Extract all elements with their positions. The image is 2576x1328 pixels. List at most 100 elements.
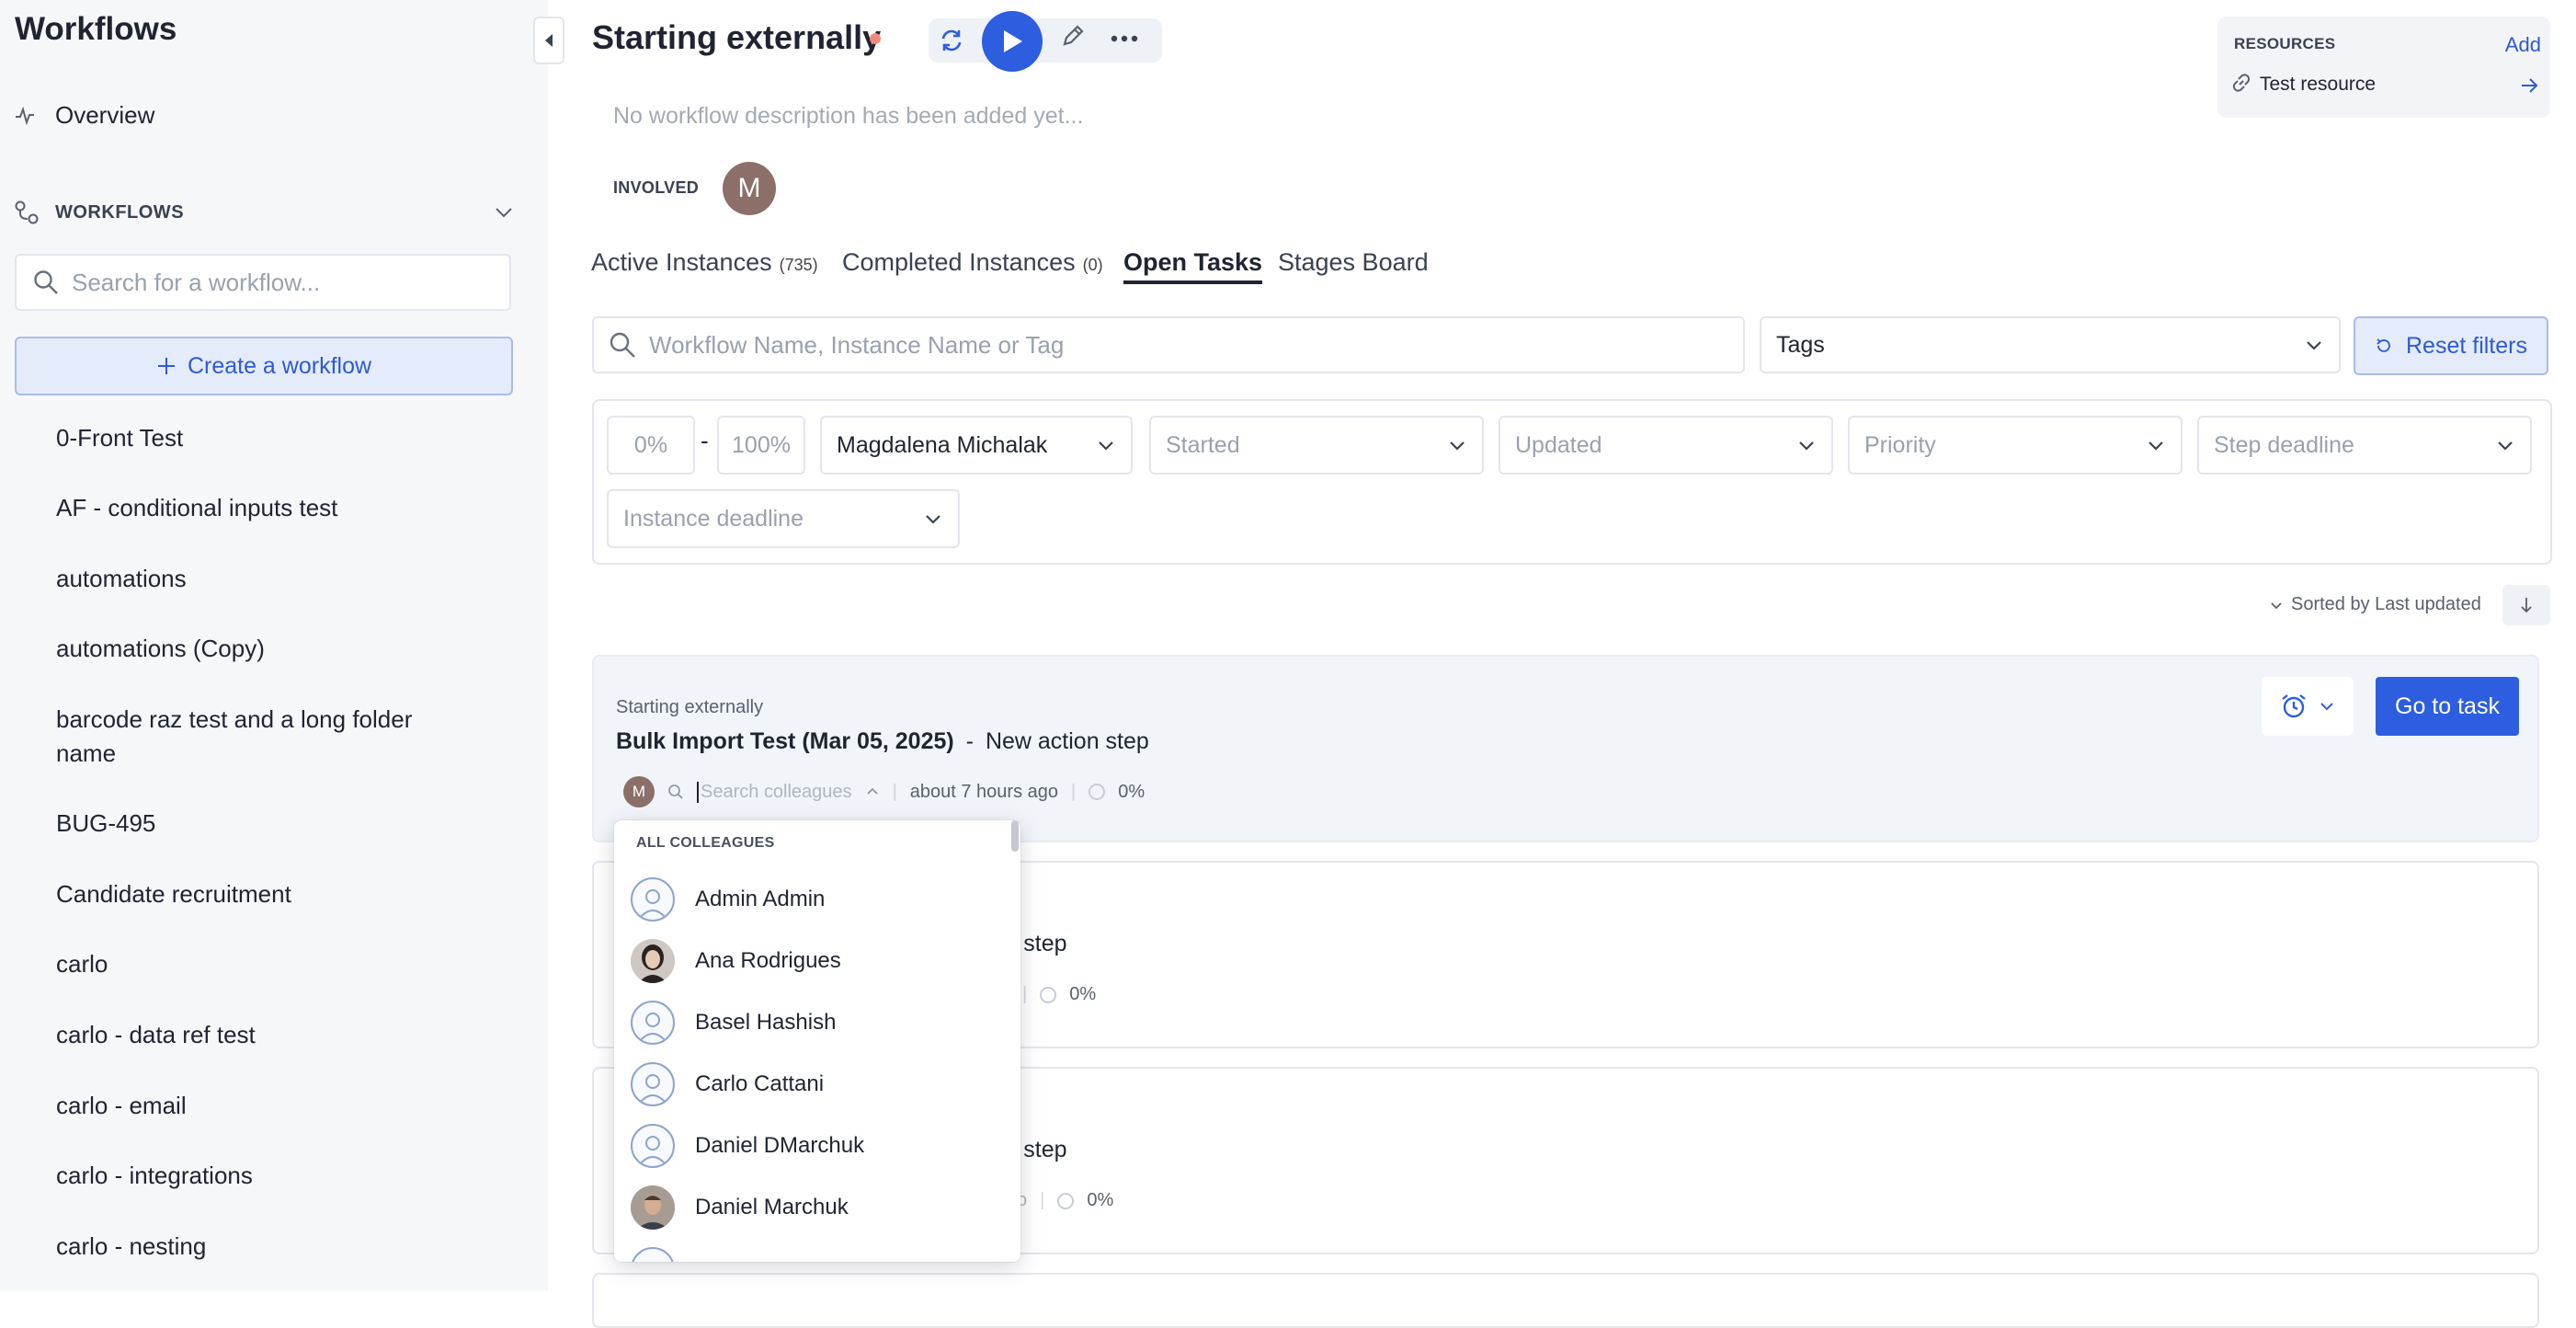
search-colleagues-input[interactable]: Search colleagues	[697, 781, 852, 803]
colleague-option[interactable]: Daniel DMarchuk	[631, 1118, 864, 1173]
workflow-list-item[interactable]: carlo - email	[56, 1089, 442, 1123]
user-placeholder-icon	[631, 1124, 675, 1168]
reminder-button[interactable]	[2262, 677, 2354, 736]
tab-label: Completed Instances	[842, 248, 1076, 276]
user-photo-icon	[631, 939, 675, 983]
chevron-down-icon	[2320, 703, 2333, 711]
tab-active-instances[interactable]: Active Instances (735)	[591, 248, 818, 277]
chevron-down-icon	[2149, 441, 2163, 451]
chevron-down-icon	[2307, 341, 2321, 350]
progress-max-input[interactable]: 100%	[717, 416, 805, 475]
colleague-option[interactable]: Ana Rodrigues	[631, 933, 841, 989]
workflow-search-input[interactable]	[70, 267, 478, 298]
sidebar-item-overview[interactable]: Overview	[15, 101, 154, 130]
workflow-list-item[interactable]: carlo - data ref test	[56, 1018, 442, 1052]
user-photo-icon	[631, 1185, 675, 1230]
resource-item[interactable]: Test resource	[2260, 74, 2376, 96]
caret-left-icon	[545, 34, 553, 47]
step-deadline-select[interactable]: Step deadline	[2197, 416, 2532, 475]
involved-label: INVOLVED	[613, 178, 700, 197]
refresh-button[interactable]	[934, 24, 969, 57]
task-card[interactable]: Starting externally Bulk Import Test (Ma…	[592, 655, 2539, 842]
workflow-list-item[interactable]: barcode raz test and a long folder name	[56, 703, 442, 771]
tab-completed-instances[interactable]: Completed Instances (0)	[842, 248, 1103, 277]
workflow-list-item[interactable]: carlo	[56, 947, 442, 981]
play-icon	[1004, 30, 1022, 52]
tab-count: (735)	[779, 256, 818, 274]
tab-open-tasks[interactable]: Open Tasks	[1123, 248, 1263, 284]
tab-label: Stages Board	[1278, 248, 1429, 276]
sidebar: Workflows Overview WORKFLOWS Create a wo…	[0, 0, 548, 1291]
create-workflow-button[interactable]: Create a workflow	[15, 337, 513, 395]
status-dot	[870, 33, 881, 44]
updated-select[interactable]: Updated	[1499, 416, 1833, 475]
colleague-name: Daniel DMarchuk	[695, 1133, 865, 1158]
assignee-select-value: Magdalena Michalak	[837, 431, 1048, 458]
resources-panel: RESOURCES Add Test resource	[2217, 17, 2550, 118]
workflow-list-item[interactable]: AF - conditional inputs test	[56, 491, 442, 525]
progress-min-input[interactable]: 0%	[607, 416, 695, 475]
more-options-button[interactable]	[1111, 31, 1138, 48]
instance-deadline-select[interactable]: Instance deadline	[607, 489, 960, 548]
refresh-icon	[941, 29, 962, 52]
workflow-list-item[interactable]: Candidate recruitment	[56, 877, 442, 911]
task-meta: o | 0%	[1017, 1190, 1113, 1211]
workflow-list-item[interactable]: 0-Front Test	[56, 421, 442, 455]
task-search-input[interactable]	[647, 329, 1708, 361]
instance-deadline-select-label: Instance deadline	[623, 505, 804, 532]
arrow-right-icon[interactable]	[2519, 75, 2539, 96]
tags-select-label: Tags	[1776, 331, 1825, 358]
search-icon	[34, 270, 58, 294]
run-workflow-button[interactable]	[982, 11, 1043, 72]
colleague-option[interactable]: Basel Hashish	[631, 995, 836, 1050]
colleague-option[interactable]: Daniel Marchuk	[631, 1180, 849, 1235]
tab-stages-board[interactable]: Stages Board	[1278, 248, 1429, 277]
chevron-down-icon[interactable]	[493, 201, 515, 223]
colleague-name: Basel Hashish	[695, 1010, 837, 1035]
workflow-search[interactable]	[15, 254, 511, 311]
workflows-heading: WORKFLOWS	[55, 201, 185, 223]
collapse-sidebar-button[interactable]	[533, 17, 564, 64]
colleague-name: Ana Rodrigues	[695, 948, 841, 973]
workflow-description[interactable]: No workflow description has been added y…	[613, 103, 1083, 130]
task-title[interactable]: Bulk Import Test (Mar 05, 2025) - New ac…	[616, 728, 1149, 755]
task-progress: 0%	[1118, 781, 1146, 802]
colleague-option[interactable]	[631, 1242, 675, 1262]
started-select-label: Started	[1166, 431, 1240, 458]
workflow-icon	[15, 200, 39, 224]
sort-direction-button[interactable]	[2502, 585, 2550, 625]
go-to-task-button[interactable]: Go to task	[2376, 677, 2519, 736]
tab-label: Active Instances	[591, 248, 772, 276]
chevron-up-icon[interactable]	[865, 784, 880, 799]
add-resource-link[interactable]: Add	[2505, 33, 2541, 57]
task-search[interactable]	[592, 316, 1745, 373]
workflow-list-item[interactable]: carlo - nesting	[56, 1230, 442, 1264]
workflow-list-item[interactable]: BUG-495	[56, 807, 442, 841]
progress-circle-icon	[1040, 986, 1057, 1003]
assignee-select[interactable]: Magdalena Michalak	[820, 416, 1133, 475]
involved-avatar[interactable]: M	[723, 162, 776, 215]
tab-count: (0)	[1082, 256, 1103, 274]
meta-divider: |	[1022, 984, 1028, 1004]
task-progress: 0%	[1087, 1190, 1114, 1210]
started-select[interactable]: Started	[1149, 416, 1484, 475]
workflow-list-item[interactable]: automations	[56, 562, 442, 596]
workflow-list-item[interactable]: automations (Copy)	[56, 632, 442, 666]
workflows-section-header[interactable]: WORKFLOWS	[15, 200, 515, 224]
task-card[interactable]	[592, 1273, 2539, 1328]
reset-filters-button[interactable]: Reset filters	[2354, 316, 2548, 375]
workflow-list-item[interactable]: carlo - integrations	[56, 1159, 442, 1193]
colleagues-heading: ALL COLLEAGUES	[636, 835, 775, 851]
priority-select[interactable]: Priority	[1848, 416, 2183, 475]
resources-label: RESOURCES	[2234, 35, 2336, 52]
tags-select[interactable]: Tags	[1760, 316, 2341, 373]
sort-control[interactable]: Sorted by Last updated	[2269, 594, 2481, 615]
dropdown-scrollbar[interactable]	[1011, 820, 1019, 852]
colleague-option[interactable]: Admin Admin	[631, 872, 825, 927]
edit-button[interactable]	[1059, 22, 1087, 54]
assignee-avatar[interactable]: M	[623, 776, 655, 807]
colleagues-dropdown: ALL COLLEAGUES Admin Admin Ana Rodrigues…	[614, 820, 1020, 1262]
colleague-option[interactable]: Carlo Cattani	[631, 1057, 824, 1112]
meta-divider: |	[1071, 781, 1077, 802]
chevron-down-icon	[2498, 441, 2513, 451]
